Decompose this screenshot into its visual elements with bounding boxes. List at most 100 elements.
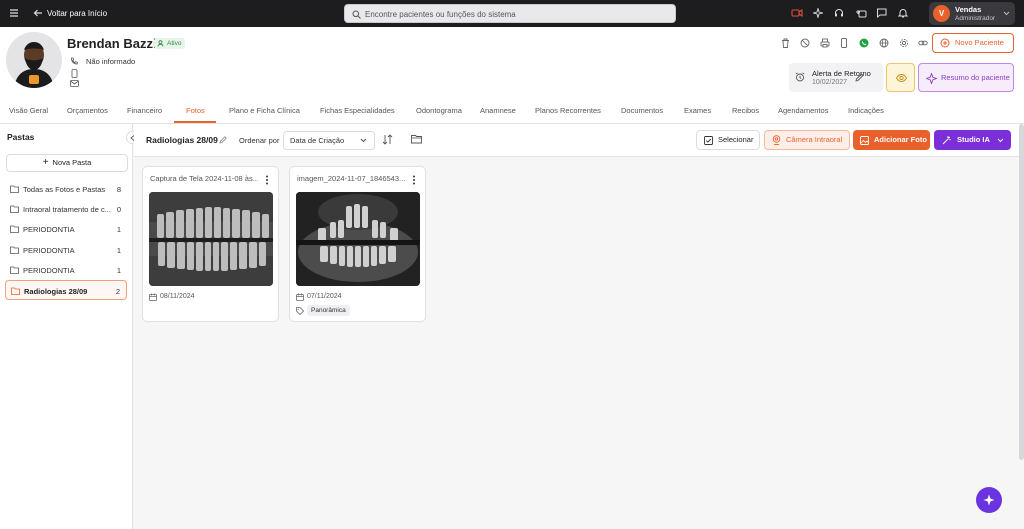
folder-item-active[interactable]: Radiologias 28/09 2 xyxy=(5,280,127,300)
order-label: Ordenar por xyxy=(239,136,280,145)
back-arrow-icon[interactable] xyxy=(33,8,43,18)
globe-icon[interactable] xyxy=(879,38,889,48)
add-photo-button[interactable]: Adicionar Foto xyxy=(853,130,930,150)
tab-indicacoes[interactable]: Indicações xyxy=(848,106,884,115)
patient-photo xyxy=(6,32,62,88)
return-alert[interactable]: Alerta de Retorno 10/02/2027 xyxy=(789,63,883,92)
folder-label: PERIODONTIA xyxy=(23,266,75,275)
plus-circle-icon xyxy=(940,38,950,48)
search-icon xyxy=(352,10,361,19)
folder-icon xyxy=(10,205,19,213)
print-icon[interactable] xyxy=(820,38,830,48)
tab-fotos[interactable]: Fotos xyxy=(186,106,205,115)
tab-visao-geral[interactable]: Visão Geral xyxy=(9,106,48,115)
ai-assistant-button[interactable] xyxy=(976,487,1002,513)
sparkle-icon xyxy=(926,73,937,84)
headset-icon[interactable] xyxy=(834,8,844,18)
pencil-icon[interactable] xyxy=(219,136,227,144)
sidebar-title: Pastas xyxy=(7,132,35,142)
menu-icon[interactable] xyxy=(9,8,19,18)
more-vertical-icon[interactable] xyxy=(265,175,269,185)
scrollbar[interactable] xyxy=(1019,124,1024,460)
magic-wand-icon xyxy=(942,136,951,145)
mail-icon xyxy=(70,80,79,87)
order-select[interactable]: Data de Criação xyxy=(283,131,375,150)
back-link[interactable]: Voltar para Início xyxy=(47,9,107,18)
studio-ia-button[interactable]: Studio IA xyxy=(934,130,1011,150)
pencil-icon[interactable] xyxy=(855,73,864,82)
tab-recibos[interactable]: Recibos xyxy=(732,106,759,115)
tab-bar: Visão Geral Orçamentos Financeiro Fotos … xyxy=(0,97,1024,124)
patient-summary-button[interactable]: Resumo do paciente xyxy=(918,63,1014,92)
folder-label: PERIODONTIA xyxy=(23,246,75,255)
order-value: Data de Criação xyxy=(290,136,345,145)
clock-icon[interactable] xyxy=(855,8,867,18)
add-photo-label: Adicionar Foto xyxy=(874,135,927,144)
folder-count: 2 xyxy=(115,287,120,296)
folder-open-icon[interactable] xyxy=(411,134,423,144)
folder-item[interactable]: Todas as Fotos e Pastas 8 xyxy=(5,179,127,199)
view-button[interactable] xyxy=(886,63,915,92)
tab-orcamentos[interactable]: Orçamentos xyxy=(67,106,108,115)
block-icon[interactable] xyxy=(800,38,810,48)
tag-icon xyxy=(296,307,304,315)
more-vertical-icon[interactable] xyxy=(412,175,416,185)
tab-odontograma[interactable]: Odontograma xyxy=(416,106,462,115)
camera-pin-icon xyxy=(772,135,781,145)
trash-icon[interactable] xyxy=(781,38,790,48)
chat-icon[interactable] xyxy=(876,8,887,18)
tab-agendamentos[interactable]: Agendamentos xyxy=(778,106,828,115)
photo-card[interactable]: imagem_2024-11-07_1846543... 07/11/2024 … xyxy=(289,166,426,322)
new-patient-label: Novo Paciente xyxy=(955,38,1004,47)
patient-summary-label: Resumo do paciente xyxy=(941,73,1010,82)
folder-item[interactable]: PERIODONTIA 1 xyxy=(5,240,127,260)
folder-item[interactable]: PERIODONTIA 1 xyxy=(5,219,127,239)
folder-icon xyxy=(10,225,19,233)
intraoral-camera-button[interactable]: Câmera Intraoral xyxy=(764,130,850,150)
folder-count: 0 xyxy=(116,205,121,214)
folder-item[interactable]: Intraoral tratamento de c... 0 xyxy=(5,199,127,219)
tab-fichas-especialidades[interactable]: Fichas Especialidades xyxy=(320,106,395,115)
xray-thumbnail[interactable] xyxy=(296,192,420,286)
tab-anamnese[interactable]: Anamnese xyxy=(480,106,516,115)
folder-title: Radiologias 28/09 xyxy=(146,135,218,145)
photo-card[interactable]: Captura de Tela 2024-11-08 às... 08/11/2… xyxy=(142,166,279,322)
new-folder-button[interactable]: + Nova Pasta xyxy=(6,154,128,172)
tab-planos-recorrentes[interactable]: Planos Recorrentes xyxy=(535,106,601,115)
link-icon[interactable] xyxy=(918,38,928,48)
search-input[interactable]: Encontre pacientes ou funções do sistema xyxy=(344,4,676,23)
new-patient-button[interactable]: Novo Paciente xyxy=(932,33,1014,53)
tab-financeiro[interactable]: Financeiro xyxy=(127,106,162,115)
alarm-icon xyxy=(795,72,805,82)
folder-icon xyxy=(10,266,19,274)
tab-plano-ficha-clinica[interactable]: Plano e Ficha Clínica xyxy=(229,106,300,115)
select-button[interactable]: Selecionar xyxy=(696,130,760,150)
settings-icon[interactable] xyxy=(899,38,909,48)
studio-ia-label: Studio IA xyxy=(957,135,990,144)
photo-tag: Panorâmica xyxy=(307,305,350,316)
folder-label: Radiologias 28/09 xyxy=(24,287,88,296)
sparkle-icon[interactable] xyxy=(813,8,823,18)
bell-icon[interactable] xyxy=(898,8,908,18)
plus-icon: + xyxy=(42,157,49,168)
mobile-icon[interactable] xyxy=(840,38,848,48)
xray-thumbnail[interactable] xyxy=(149,192,273,286)
folder-count: 1 xyxy=(116,225,121,234)
top-bar: Voltar para Início Encontre pacientes ou… xyxy=(0,0,1024,27)
patient-name: Brendan Bazzi xyxy=(67,36,157,51)
user-role: Administrador xyxy=(955,15,996,22)
eye-icon xyxy=(896,74,907,82)
video-icon[interactable] xyxy=(791,8,803,18)
tab-documentos[interactable]: Documentos xyxy=(621,106,663,115)
return-alert-date: 10/02/2027 xyxy=(812,79,848,86)
whatsapp-icon[interactable] xyxy=(859,38,869,48)
content-toolbar: Radiologias 28/09 Ordenar por Data de Cr… xyxy=(134,124,1024,157)
folders-sidebar: Pastas + Nova Pasta Todas as Fotos e Past… xyxy=(0,124,133,529)
folder-item[interactable]: PERIODONTIA 1 xyxy=(5,260,127,280)
phone-value: Não informado xyxy=(86,57,136,66)
user-menu[interactable]: V Vendas Administrador xyxy=(929,2,1015,25)
tab-exames[interactable]: Exames xyxy=(684,106,711,115)
photo-date: 08/11/2024 xyxy=(160,293,195,300)
active-tab-indicator xyxy=(174,121,216,123)
sort-icon[interactable] xyxy=(382,134,393,145)
